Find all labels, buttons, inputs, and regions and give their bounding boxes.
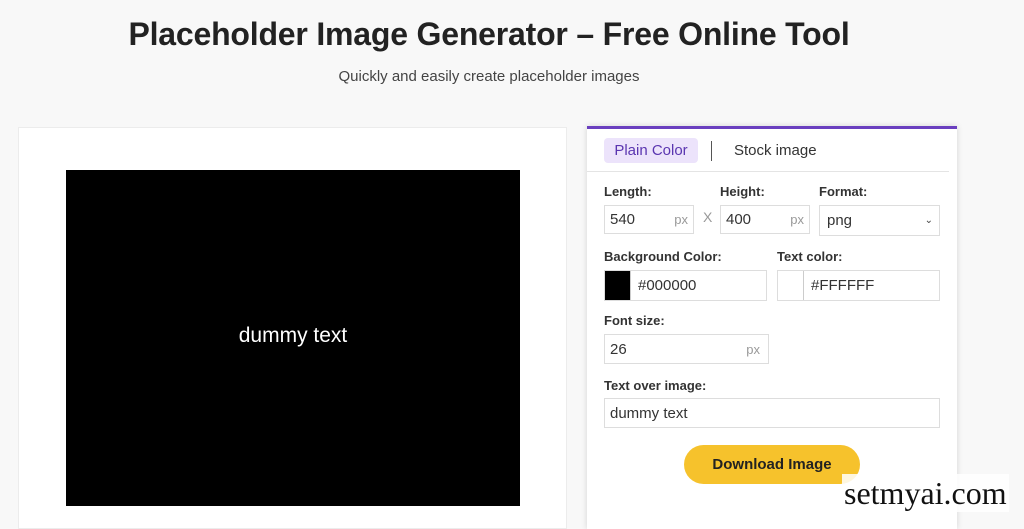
tab-bar: Plain Color Stock image [587,129,949,172]
download-image-button[interactable]: Download Image [684,445,860,484]
page-subtitle: Quickly and easily create placeholder im… [338,68,640,85]
font-size-input[interactable]: 26 px [604,334,769,364]
format-label: Format: [819,184,868,199]
height-label: Height: [720,184,765,199]
settings-panel: Plain Color Stock image Length: 540 px X… [587,126,957,529]
text-over-image-value: dummy text [610,404,688,422]
preview-text: dummy text [238,324,348,347]
text-color-value: #FFFFFF [811,277,875,294]
text-color-input[interactable]: #FFFFFF [777,270,940,301]
background-color-value: #000000 [638,277,697,294]
text-over-image-input[interactable]: dummy text [604,398,940,428]
preview-image: dummy text [66,170,520,506]
page-title: Placeholder Image Generator – Free Onlin… [128,16,850,52]
preview-card: dummy text [18,127,567,529]
length-unit: px [674,212,688,227]
chevron-down-icon: ⌄ [924,215,933,226]
dimension-separator: X [703,209,713,225]
text-over-image-label: Text over image: [604,378,707,393]
background-color-swatch[interactable] [605,271,631,300]
height-unit: px [790,212,804,227]
format-select[interactable]: png ⌄ [819,205,940,236]
length-value: 540 [610,211,636,228]
tab-divider [711,141,712,161]
format-value: png [827,212,853,229]
height-input[interactable]: 400 px [720,205,810,234]
height-value: 400 [726,211,752,228]
tab-stock-image[interactable]: Stock image [734,138,817,163]
background-color-label: Background Color: [604,249,722,264]
text-color-label: Text color: [777,249,843,264]
font-size-unit: px [746,341,760,357]
font-size-label: Font size: [604,313,665,328]
background-color-input[interactable]: #000000 [604,270,767,301]
length-label: Length: [604,184,652,199]
font-size-value: 26 [610,340,627,358]
tab-plain-color[interactable]: Plain Color [604,138,698,163]
text-color-swatch[interactable] [778,271,804,300]
length-input[interactable]: 540 px [604,205,694,234]
watermark: setmyai.com [842,474,1009,512]
